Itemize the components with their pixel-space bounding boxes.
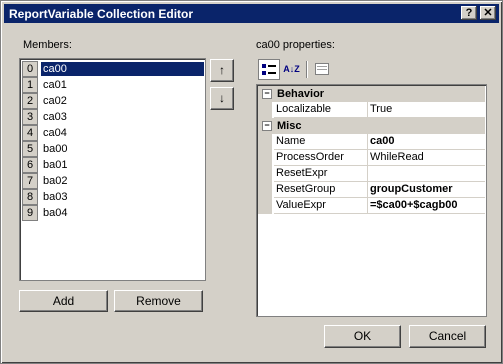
- property-value[interactable]: =$ca00+$cagb00: [368, 198, 485, 214]
- property-name: Localizable: [274, 102, 368, 118]
- list-item[interactable]: 9 ba04: [22, 205, 202, 221]
- list-item[interactable]: 3 ca03: [22, 109, 202, 125]
- list-item[interactable]: 1 ca01: [22, 77, 202, 93]
- alphabetical-button[interactable]: A↓Z: [281, 59, 302, 79]
- list-item[interactable]: 2 ca02: [22, 93, 202, 109]
- collection-editor-dialog: ReportVariable Collection Editor ? ✕ Mem…: [0, 0, 503, 364]
- list-item[interactable]: 5 ba00: [22, 141, 202, 157]
- property-name: ProcessOrder: [274, 150, 368, 166]
- members-label: Members:: [23, 39, 72, 51]
- row-gutter: [258, 102, 272, 118]
- property-row[interactable]: ResetGroup groupCustomer: [258, 182, 485, 198]
- category-behavior[interactable]: − Behavior: [258, 86, 485, 102]
- item-name: ba04: [43, 207, 68, 219]
- row-gutter: [258, 182, 272, 198]
- ok-button[interactable]: OK: [324, 325, 401, 348]
- property-name: ResetExpr: [274, 166, 368, 182]
- item-name: ca01: [43, 79, 67, 91]
- item-name: ba03: [43, 191, 68, 203]
- item-index: 3: [22, 109, 38, 125]
- item-index: 1: [22, 77, 38, 93]
- categorized-icon: [262, 64, 276, 75]
- cancel-button[interactable]: Cancel: [409, 325, 486, 348]
- item-name: ba02: [43, 175, 68, 187]
- item-name: ca04: [43, 127, 67, 139]
- close-button[interactable]: ✕: [480, 6, 496, 20]
- item-index: 6: [22, 157, 38, 173]
- item-index: 4: [22, 125, 38, 141]
- members-listbox[interactable]: 0 ca00 1 ca01 2 ca02 3 ca03 4 ca04 5 ba0…: [19, 58, 206, 281]
- row-gutter: [258, 166, 272, 182]
- list-item[interactable]: 7 ba02: [22, 173, 202, 189]
- item-index: 7: [22, 173, 38, 189]
- item-name: ca00: [41, 62, 204, 76]
- property-name: ValueExpr: [274, 198, 368, 214]
- arrow-up-icon: ↑: [219, 63, 225, 77]
- property-value[interactable]: [368, 166, 485, 182]
- property-value[interactable]: ca00: [368, 134, 485, 150]
- property-row[interactable]: ProcessOrder WhileRead: [258, 150, 485, 166]
- collapse-icon[interactable]: −: [262, 121, 272, 131]
- property-row[interactable]: ResetExpr: [258, 166, 485, 182]
- property-row[interactable]: ValueExpr =$ca00+$cagb00: [258, 198, 485, 214]
- row-gutter: [258, 198, 272, 214]
- property-pages-button[interactable]: [311, 59, 332, 79]
- categorized-button[interactable]: [258, 59, 280, 80]
- item-index: 0: [22, 61, 38, 77]
- help-button[interactable]: ?: [461, 6, 477, 20]
- item-index: 2: [22, 93, 38, 109]
- properties-label: ca00 properties:: [256, 39, 335, 51]
- property-value[interactable]: groupCustomer: [368, 182, 485, 198]
- list-item[interactable]: 8 ba03: [22, 189, 202, 205]
- row-gutter: [258, 134, 272, 150]
- category-misc[interactable]: − Misc: [258, 118, 485, 134]
- category-label: Behavior: [277, 88, 325, 100]
- row-gutter: [258, 150, 272, 166]
- window-title: ReportVariable Collection Editor: [9, 7, 194, 21]
- remove-button[interactable]: Remove: [114, 290, 203, 312]
- property-name: Name: [274, 134, 368, 150]
- list-item[interactable]: 4 ca04: [22, 125, 202, 141]
- item-index: 5: [22, 141, 38, 157]
- property-value[interactable]: True: [368, 102, 485, 118]
- properties-toolbar: A↓Z: [256, 58, 485, 82]
- property-row[interactable]: Name ca00: [258, 134, 485, 150]
- move-down-button[interactable]: ↓: [210, 87, 234, 110]
- item-name: ba00: [43, 143, 68, 155]
- item-name: ba01: [43, 159, 68, 171]
- property-grid[interactable]: − Behavior Localizable True − Misc Name …: [256, 84, 487, 317]
- arrow-down-icon: ↓: [219, 91, 225, 105]
- item-name: ca02: [43, 95, 67, 107]
- list-item[interactable]: 6 ba01: [22, 157, 202, 173]
- property-pages-icon: [314, 63, 329, 75]
- property-name: ResetGroup: [274, 182, 368, 198]
- add-button[interactable]: Add: [19, 290, 108, 312]
- item-index: 8: [22, 189, 38, 205]
- category-label: Misc: [277, 120, 302, 132]
- property-row[interactable]: Localizable True: [258, 102, 485, 118]
- alphabetical-icon: A↓Z: [283, 64, 300, 74]
- collapse-icon[interactable]: −: [262, 89, 272, 99]
- item-index: 9: [22, 205, 38, 221]
- title-bar[interactable]: ReportVariable Collection Editor ? ✕: [4, 4, 499, 23]
- list-item[interactable]: 0 ca00: [22, 61, 204, 77]
- toolbar-separator: [306, 61, 308, 78]
- move-up-button[interactable]: ↑: [210, 59, 234, 82]
- property-value[interactable]: WhileRead: [368, 150, 485, 166]
- item-name: ca03: [43, 111, 67, 123]
